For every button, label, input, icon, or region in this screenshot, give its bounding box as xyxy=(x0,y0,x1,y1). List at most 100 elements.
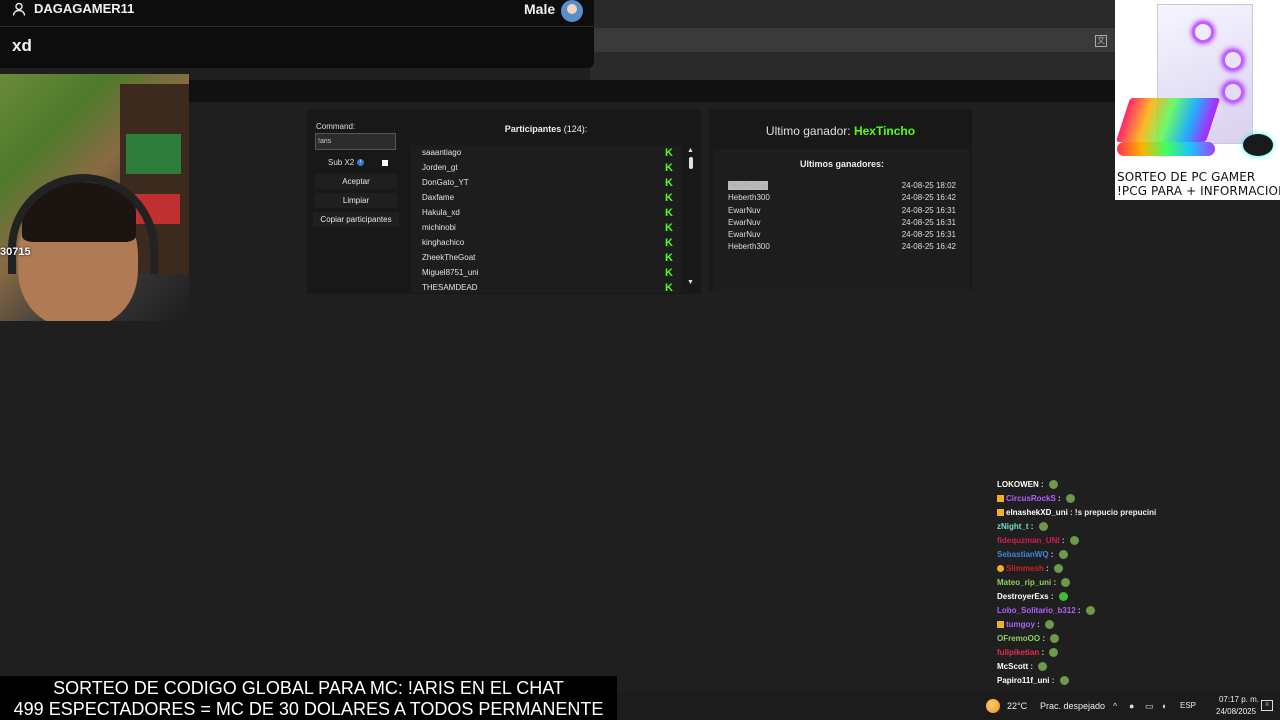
promo-line-1: SORTEO DE PC GAMER xyxy=(1117,170,1256,184)
kick-logo-icon: K xyxy=(665,252,673,264)
microphone-icon[interactable]: ● xyxy=(1129,701,1134,711)
chat-username[interactable]: Papiro11f_uni xyxy=(997,676,1049,685)
chat-username[interactable]: zNight_t xyxy=(997,522,1029,531)
winner-date: 24-08-25 16:42 xyxy=(901,242,956,251)
list-item[interactable]: Hakula_xd K xyxy=(422,208,677,223)
list-item[interactable]: kinghachico K xyxy=(422,238,677,253)
winner-name: Heberth300 xyxy=(728,193,770,202)
command-label: Command: xyxy=(316,122,356,131)
emote-icon xyxy=(1045,620,1054,630)
participant-name: Jorden_gt xyxy=(422,163,458,172)
chat-message: LOKOWEN : xyxy=(997,480,1058,494)
chat-message: Mateo_rip_uni : xyxy=(997,578,1071,592)
command-input[interactable] xyxy=(315,133,396,150)
participants-title: Participantes (124): xyxy=(411,124,681,134)
banner-line-1: SORTEO DE CODIGO GLOBAL PARA MC: !ARIS E… xyxy=(53,678,564,698)
emote-icon xyxy=(1069,536,1079,546)
network-icon[interactable]: ▭ xyxy=(1145,701,1154,712)
chat-username[interactable]: fullpiketian xyxy=(997,648,1039,657)
emote-icon xyxy=(1065,494,1075,504)
chat-username[interactable]: Slimmesh xyxy=(1006,564,1044,573)
winner-date: 24-08-25 16:31 xyxy=(901,206,956,215)
scrollbar-thumb[interactable] xyxy=(689,157,693,169)
chat-separator: : xyxy=(1049,676,1057,685)
participant-name: THESAMDEAD xyxy=(422,283,478,292)
mouse-image xyxy=(1243,134,1273,156)
list-item[interactable]: saaantiago K xyxy=(422,148,677,163)
chat-username[interactable]: fidequzman_UNI xyxy=(997,536,1060,545)
list-item[interactable]: ZheekTheGoat K xyxy=(422,253,677,268)
chat-message: fidequzman_UNI : xyxy=(997,536,1079,550)
participants-box[interactable]: saaantiago K Jorden_gt K DonGato_YT K Daxfa… xyxy=(411,145,681,293)
accept-button[interactable]: Aceptar xyxy=(315,174,397,189)
participants-scrollbar[interactable]: ▲ ▼ xyxy=(686,145,696,293)
list-item[interactable]: Jorden_gt K xyxy=(422,163,677,178)
list-item[interactable]: Daxfame K xyxy=(422,193,677,208)
participants-title-text: Participantes xyxy=(504,124,562,134)
notification-icon[interactable]: ≡ xyxy=(1261,700,1273,711)
subscriber-badge-icon xyxy=(997,509,1004,517)
info-icon[interactable]: i xyxy=(357,159,364,166)
raffle-controls: Command: Sub X2 i Aceptar Limpiar Copiar… xyxy=(307,110,403,294)
emote-icon xyxy=(1048,480,1058,490)
last-winner-name: HexTincho xyxy=(853,124,916,138)
translate-icon[interactable]: 文 xyxy=(1095,35,1107,47)
chat-username[interactable]: CircusRockS xyxy=(1006,494,1056,503)
emote-icon xyxy=(1059,676,1069,686)
weather-icon[interactable] xyxy=(986,699,1000,713)
language-indicator[interactable]: ESP xyxy=(1180,701,1196,710)
chat-username[interactable]: elnashekXD_uni xyxy=(1006,508,1068,517)
chat-message: DestroyerExs : xyxy=(997,592,1068,606)
scroll-down-icon[interactable]: ▼ xyxy=(687,279,694,286)
sub-x2-checkbox[interactable] xyxy=(382,160,388,166)
emote-icon xyxy=(1050,634,1060,644)
weather-text[interactable]: Prac. despejado xyxy=(1040,701,1105,711)
list-item[interactable]: DonGato_YT K xyxy=(422,178,677,193)
chat-username[interactable]: Mateo_rip_uni xyxy=(997,578,1051,587)
chat-username[interactable]: Lobo_Solitario_b312 xyxy=(997,606,1076,615)
address-bar[interactable] xyxy=(590,28,1115,52)
subscriber-badge-icon xyxy=(997,495,1004,503)
temperature[interactable]: 22°C xyxy=(1007,701,1027,711)
winner-row: Heberth300 24-08-25 16:42 xyxy=(728,242,956,254)
kick-logo-icon: K xyxy=(665,267,673,279)
chat-username[interactable]: LOKOWEN xyxy=(997,480,1039,489)
list-item[interactable]: THESAMDEAD K xyxy=(422,283,677,294)
list-item[interactable]: michinobi K xyxy=(422,223,677,238)
pc-giveaway-promo: SORTEO DE PC GAMER !PCG PARA + INFORMACI… xyxy=(1115,0,1280,200)
participant-name: Daxfame xyxy=(422,193,455,202)
scroll-up-icon[interactable]: ▲ xyxy=(687,147,694,154)
chat-message-popup: DAGAGAMER11 Male xd xyxy=(0,0,594,68)
chevron-up-icon[interactable]: ^ xyxy=(1113,701,1117,711)
raffle-panel: Command: Sub X2 i Aceptar Limpiar Copiar… xyxy=(307,110,701,294)
page-header-band xyxy=(0,80,1280,102)
emote-icon xyxy=(1038,662,1048,672)
divider xyxy=(0,26,594,27)
clear-button[interactable]: Limpiar xyxy=(315,193,397,208)
last-winner: Ultimo ganador: HexTincho xyxy=(709,124,972,138)
participant-name: Miguel8751_uni xyxy=(422,268,479,277)
emote-icon xyxy=(1058,550,1068,560)
sub-x2-label: Sub X2 xyxy=(328,158,355,167)
winners-panel: Ultimo ganador: HexTincho Ultimos ganado… xyxy=(709,110,972,290)
winner-name: EwarNuv xyxy=(728,230,761,239)
winner-name: HexTincho xyxy=(728,181,768,190)
volume-icon[interactable]: ◖ xyxy=(1161,701,1166,711)
chat-username[interactable]: DestroyerExs xyxy=(997,592,1049,601)
browser-chrome: 文 xyxy=(590,0,1115,80)
chat-username[interactable]: SebastianWQ xyxy=(997,550,1049,559)
copy-participants-button[interactable]: Copiar participantes xyxy=(313,212,399,227)
clock-date[interactable]: 24/08/2025 xyxy=(1216,707,1256,716)
chat-username[interactable]: tumgoy xyxy=(1006,620,1035,629)
winner-date: 24-08-25 16:42 xyxy=(901,193,956,202)
webcam-counter: 30715 xyxy=(0,246,31,258)
clock-time[interactable]: 07:17 p. m. xyxy=(1218,695,1260,704)
chat-message: Papiro11f_uni : xyxy=(997,676,1069,690)
chat-separator: : xyxy=(1067,508,1075,517)
list-item[interactable]: Miguel8751_uni K xyxy=(422,268,677,283)
winner-row: EwarNuv 24-08-25 16:31 xyxy=(728,206,956,218)
participant-name: Hakula_xd xyxy=(422,208,460,217)
chat-username[interactable]: OFremoOO xyxy=(997,634,1040,643)
winner-date: 24-08-25 18:02 xyxy=(901,181,956,190)
chat-username[interactable]: McScott xyxy=(997,662,1028,671)
